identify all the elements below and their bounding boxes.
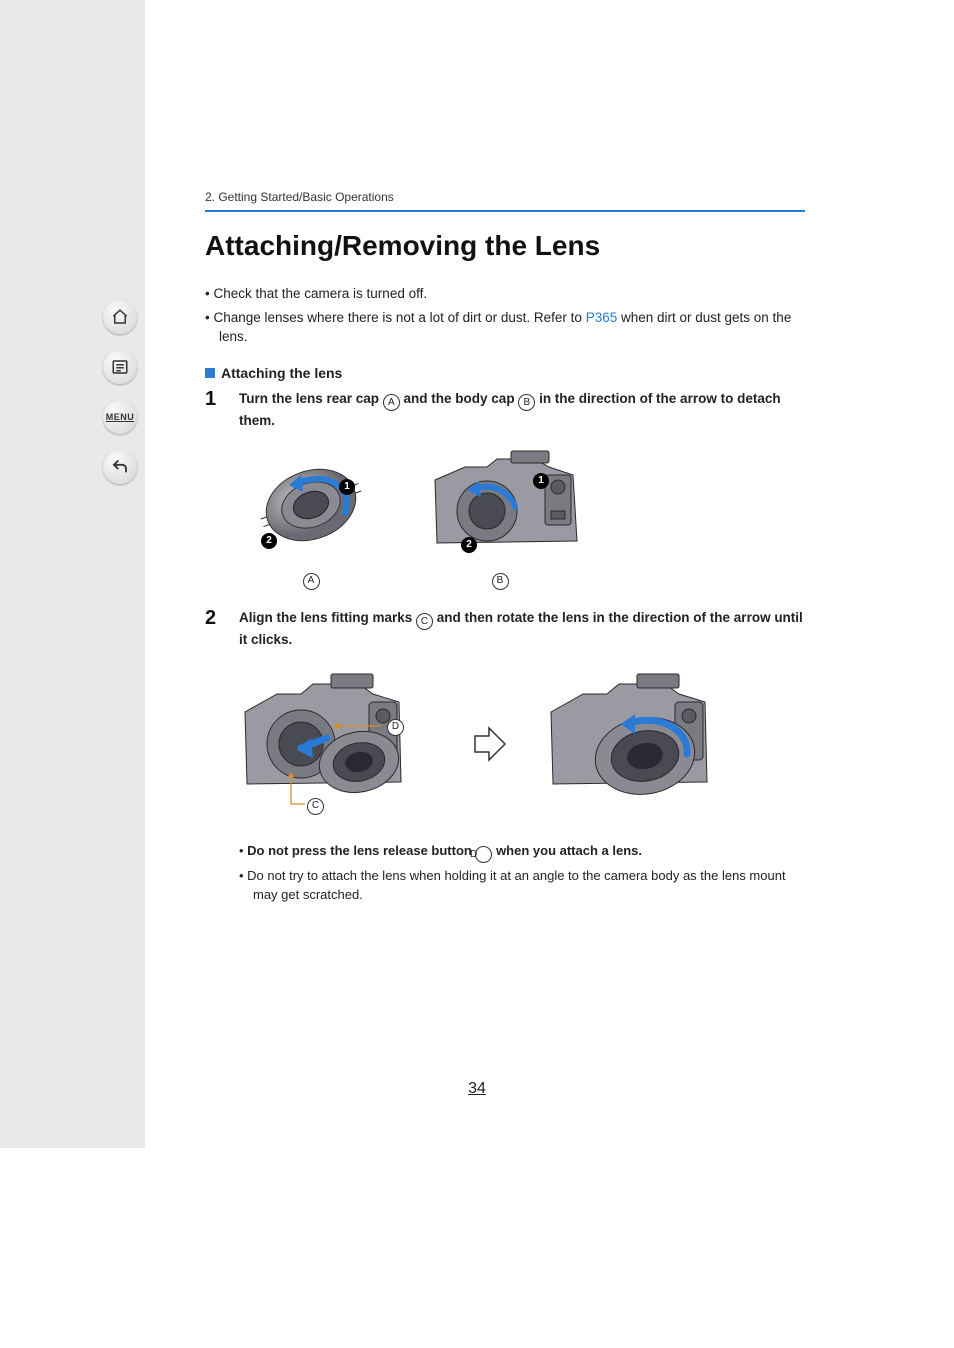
step-text: Align the lens fitting marks C and then …: [239, 608, 805, 650]
section-marker-icon: [205, 368, 215, 378]
step-number: 2: [205, 608, 225, 650]
page-number: 34: [0, 1080, 954, 1098]
note1-pre: Do not press the lens release button: [247, 843, 475, 858]
section-heading: Attaching the lens: [205, 365, 805, 381]
callout-2-icon: 2: [461, 537, 477, 553]
figure-label-a: A: [303, 573, 320, 590]
toc-icon[interactable]: [103, 350, 137, 384]
step-2: 2 Align the lens fitting marks C and the…: [205, 608, 805, 650]
next-arrow-icon: [469, 724, 509, 764]
intro-pre: Change lenses where there is not a lot o…: [213, 310, 585, 325]
step-text: Turn the lens rear cap A and the body ca…: [239, 389, 805, 431]
section-heading-text: Attaching the lens: [221, 365, 342, 381]
back-icon[interactable]: [103, 450, 137, 484]
intro-item: Check that the camera is turned off.: [205, 284, 805, 304]
sidebar-nav: MENU: [95, 300, 145, 484]
label-d-icon: D: [475, 846, 492, 863]
lens-rear-cap-image: 1 2: [241, 445, 381, 565]
step1-mid: and the body cap: [400, 391, 519, 406]
body-cap-image: 1 2: [415, 445, 585, 565]
intro-list: Check that the camera is turned off. Cha…: [205, 284, 805, 347]
page: MENU 2. Getting Started/Basic Operations…: [0, 0, 954, 1348]
page-link[interactable]: P365: [586, 310, 618, 325]
step-number: 1: [205, 389, 225, 431]
figure-label-d: D: [387, 719, 404, 736]
figure-label-c: C: [307, 798, 324, 815]
step-notes: Do not press the lens release button D w…: [239, 842, 805, 905]
menu-icon[interactable]: MENU: [103, 400, 137, 434]
note-item: Do not try to attach the lens when holdi…: [239, 867, 805, 905]
content: 2. Getting Started/Basic Operations Atta…: [205, 190, 805, 909]
page-title: Attaching/Removing the Lens: [205, 230, 805, 262]
figure-align-lens: C D: [231, 664, 441, 824]
step2-pre: Align the lens fitting marks: [239, 610, 416, 625]
label-b-icon: B: [518, 394, 535, 411]
sidebar: MENU: [0, 0, 145, 1148]
callout-2-icon: 2: [261, 533, 277, 549]
lens-attached-image: [537, 664, 747, 824]
callout-1-icon: 1: [339, 479, 355, 495]
figure-row-1: 1 2 A: [241, 445, 805, 590]
figure-lens-attached: [537, 664, 747, 824]
step-1: 1 Turn the lens rear cap A and the body …: [205, 389, 805, 431]
label-a-icon: A: [383, 394, 400, 411]
align-lens-image: C D: [231, 664, 441, 824]
figure-row-2: C D: [231, 664, 805, 824]
note-item: Do not press the lens release button D w…: [239, 842, 805, 864]
figure-lens-rear-cap: 1 2 A: [241, 445, 381, 590]
callout-1-icon: 1: [533, 473, 549, 489]
figure-label-b: B: [492, 573, 509, 590]
figure-body-cap: 1 2 B: [415, 445, 585, 590]
menu-label: MENU: [106, 412, 135, 422]
note1-post: when you attach a lens.: [492, 843, 642, 858]
step1-pre: Turn the lens rear cap: [239, 391, 383, 406]
breadcrumb: 2. Getting Started/Basic Operations: [205, 190, 805, 212]
label-c-icon: C: [416, 613, 433, 630]
home-icon[interactable]: [103, 300, 137, 334]
intro-item: Change lenses where there is not a lot o…: [205, 308, 805, 347]
